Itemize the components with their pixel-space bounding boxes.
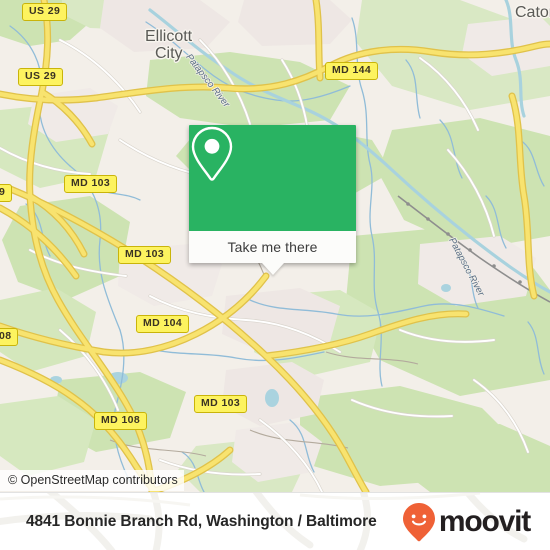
popup-pointer-tail — [261, 263, 284, 275]
road-shield-md144: MD 144 — [325, 62, 379, 80]
screenshot-root: Ellicott City Caton Patapsco River Patap… — [0, 0, 550, 550]
map-pin-icon — [191, 126, 233, 181]
road-shield-md103-west: MD 103 — [64, 175, 118, 193]
road-shield-md104: MD 104 — [136, 315, 190, 333]
map-attribution[interactable]: © OpenStreetMap contributors — [0, 470, 184, 491]
road-shield-us29-north: US 29 — [22, 3, 68, 21]
road-shield-us29-south: US 29 — [18, 68, 64, 86]
popup-pin-area — [189, 125, 356, 231]
address-label: 4841 Bonnie Branch Rd, Washington / Balt… — [26, 513, 377, 530]
road-shield-md108-edge: 08 — [0, 328, 19, 346]
moovit-wordmark: moovit — [438, 505, 531, 538]
place-label-ellicott: Ellicott — [145, 28, 193, 45]
take-me-there-button[interactable]: Take me there — [189, 231, 356, 275]
place-label-catonsville: Caton — [515, 4, 550, 21]
take-me-there-label: Take me there — [227, 239, 318, 255]
place-label-ellicott-city: City — [155, 45, 183, 62]
road-shield-md103-south: MD 103 — [194, 395, 248, 413]
destination-popup-card[interactable]: Take me there — [189, 125, 356, 275]
road-shield-md108: MD 108 — [94, 412, 148, 430]
footer-bar: 4841 Bonnie Branch Rd, Washington / Balt… — [0, 492, 550, 550]
moovit-logo[interactable]: moovit — [402, 493, 531, 550]
moovit-smiling-pin-icon — [402, 503, 435, 542]
road-shield-us29-edge: 9 — [0, 184, 13, 202]
road-shield-md103-mid: MD 103 — [118, 246, 172, 264]
map-canvas[interactable]: Ellicott City Caton Patapsco River Patap… — [0, 0, 550, 492]
